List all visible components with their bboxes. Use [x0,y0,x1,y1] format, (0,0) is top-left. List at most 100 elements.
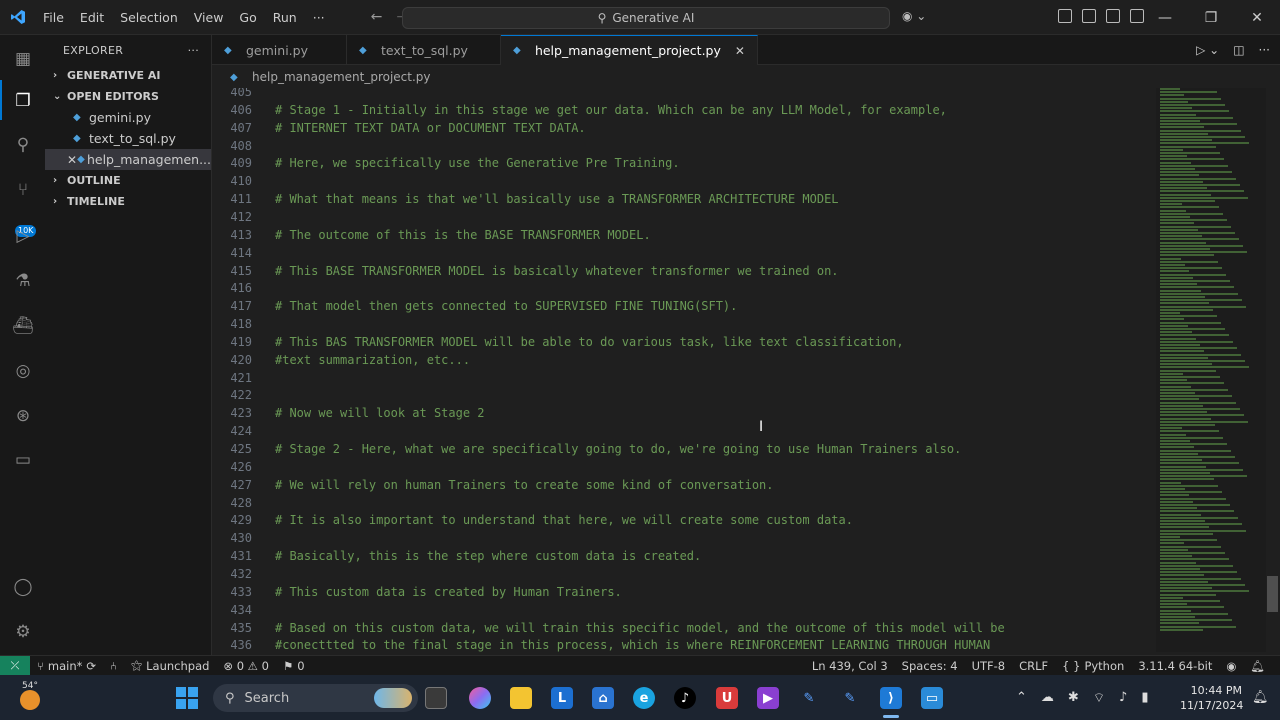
vertical-scrollbar[interactable] [1267,576,1278,612]
breadcrumb[interactable]: ◆ help_management_project.py [212,66,431,88]
notifications-bell-icon[interactable]: 🔔︎ [1243,659,1272,673]
code-editor[interactable]: 405 406 # Stage 1 - Initially in this stag… [212,88,1156,652]
terminal-app-icon[interactable]: ▭ [921,687,943,709]
code-line[interactable]: 425 # Stage 2 - Here, what we are specifi… [212,440,961,458]
explorer-files-icon[interactable]: ❐ [11,89,35,113]
code-line[interactable]: 413 # The outcome of this is the BASE TRA… [212,226,650,244]
account-icon[interactable]: ◯ [11,575,35,599]
tab-help-management-project[interactable]: ◆ help_management_project.py ✕ [500,35,758,65]
menu-view[interactable]: View [186,0,232,35]
toggle-panel-icon[interactable] [1082,9,1096,23]
toggle-secondary-sidebar-icon[interactable] [1106,9,1120,23]
code-line[interactable]: 417 # That model then gets connected to S… [212,297,737,315]
code-line[interactable]: 436 #conecttted to the final stage in thi… [212,636,990,652]
copilot-status-icon[interactable]: ◉ [1219,659,1243,673]
code-line[interactable]: 409 # Here, we specifically use the Gener… [212,154,679,172]
line-ending[interactable]: CRLF [1012,659,1055,673]
breadcrumb-file[interactable]: help_management_project.py [252,70,431,84]
encoding[interactable]: UTF-8 [965,659,1013,673]
volume-icon[interactable]: ♪ [1119,690,1127,706]
code-line[interactable]: 427 # We will rely on human Trainers to c… [212,476,773,494]
git-graph-icon[interactable]: ⊛ [11,404,35,428]
menu-file[interactable]: File [35,0,72,35]
code-line[interactable]: 434 [212,601,252,619]
pen-app-2-icon[interactable]: ✎ [839,687,861,709]
open-editors-section[interactable]: ⌄ OPEN EDITORS [45,86,211,107]
code-line[interactable]: 416 [212,279,252,297]
code-line[interactable]: 415 # This BASE TRANSFORMER MODEL is basi… [212,262,838,280]
run-debug-icon[interactable]: ▷ [11,224,35,248]
outline-section[interactable]: › OUTLINE [45,170,211,191]
code-line[interactable]: 420 #text summarization, etc... [212,351,470,369]
file-explorer-icon[interactable] [510,687,532,709]
code-line[interactable]: 410 [212,172,252,190]
code-line[interactable]: 433 # This custom data is created by Huma… [212,583,621,601]
vscode-taskbar-icon[interactable]: ⟩ [880,687,902,709]
onedrive-cloud-icon[interactable]: ☁ [1041,690,1054,706]
weather-sun-icon[interactable] [20,690,40,710]
code-line[interactable]: 429 # It is also important to understand … [212,511,853,529]
launchpad-button[interactable]: ⚝ Launchpad [124,658,216,673]
remote-indicator-icon[interactable]: ⤫ [0,655,30,676]
tiktok-icon[interactable]: ♪ [674,687,696,709]
project-section[interactable]: › GENERATIVE AI [45,65,211,86]
split-editor-icon[interactable]: ◫ [1233,43,1244,57]
minimap[interactable] [1156,88,1266,652]
code-line[interactable]: 408 [212,137,252,155]
code-line[interactable]: 411 # What that means is that we'll basic… [212,190,838,208]
copilot-app-icon[interactable] [469,687,491,709]
menu-selection[interactable]: Selection [112,0,186,35]
close-editor-icon[interactable]: ✕ [67,153,77,167]
code-line[interactable]: 432 [212,565,252,583]
code-line[interactable]: 426 [212,458,252,476]
tab-text-to-sql[interactable]: ◆ text_to_sql.py [347,35,501,65]
open-editor-item[interactable]: ◆ gemini.py [45,107,211,128]
code-line[interactable]: 414 [212,244,252,262]
menu-run[interactable]: Run [265,0,305,35]
code-line[interactable]: 430 [212,529,252,547]
language-mode[interactable]: { } Python [1055,659,1131,673]
code-line[interactable]: 407 # INTERNET TEXT DATA or DOCUMENT TEXT… [212,119,585,137]
wifi-icon[interactable]: ⌔ [1093,690,1105,706]
indentation[interactable]: Spaces: 4 [895,659,965,673]
copilot-icon[interactable]: ◉ ⌄ [902,9,926,23]
app-red-icon[interactable]: U [716,687,738,709]
python-interpreter[interactable]: 3.11.4 64-bit [1131,659,1219,673]
clipchamp-icon[interactable]: ▶ [757,687,779,709]
source-control-icon[interactable]: ⑂ [11,178,35,202]
remote-explorer-icon[interactable]: ▭ [11,448,35,472]
code-line[interactable]: 421 [212,369,252,387]
code-line[interactable]: 431 # Basically, this is the step where c… [212,547,701,565]
menu-go[interactable]: Go [231,0,264,35]
launcher-l-icon[interactable]: L [551,687,573,709]
code-line[interactable]: 428 [212,494,252,512]
back-arrow-icon[interactable]: ← [371,9,383,25]
chevron-up-icon[interactable]: ⌃ [1016,690,1027,706]
tab-gemini[interactable]: ◆ gemini.py [212,35,347,65]
menu-edit[interactable]: Edit [72,0,112,35]
more-actions-icon[interactable]: ··· [1259,43,1270,57]
code-line[interactable]: 405 [212,88,252,101]
extensions-grid-icon[interactable]: ▦ [11,47,35,71]
bluetooth-icon[interactable]: ✱ [1068,690,1079,706]
command-center-search[interactable]: ⚲ Generative AI [402,7,890,29]
gitlens-icon[interactable]: ◎ [11,359,35,383]
pen-app-icon[interactable]: ✎ [798,687,820,709]
ports-indicator[interactable]: ⚑ 0 [276,659,312,673]
more-actions-icon[interactable]: ··· [188,44,199,57]
code-line[interactable]: 406 # Stage 1 - Initially in this stage w… [212,101,947,119]
toggle-sidebar-icon[interactable] [1058,9,1072,23]
battery-icon[interactable]: ▮ [1141,690,1148,706]
problems-indicator[interactable]: ⊗ 0 ⚠ 0 [216,659,276,673]
testing-flask-icon[interactable]: ⚗ [11,269,35,293]
code-line[interactable]: 412 [212,208,252,226]
git-graph-status[interactable]: ⑃ [103,659,124,673]
code-line[interactable]: 419 # This BAS TRANSFORMER MODEL will be … [212,333,903,351]
task-view-icon[interactable] [425,687,447,709]
settings-gear-icon[interactable]: ⚙ [11,620,35,644]
restore-button[interactable]: ❐ [1188,0,1234,35]
store-icon[interactable]: ⌂ [592,687,614,709]
open-editor-item[interactable]: ◆ text_to_sql.py [45,128,211,149]
code-line[interactable]: 423 # Now we will look at Stage 2 [212,404,484,422]
taskbar-search[interactable]: ⚲ Search [213,684,418,712]
